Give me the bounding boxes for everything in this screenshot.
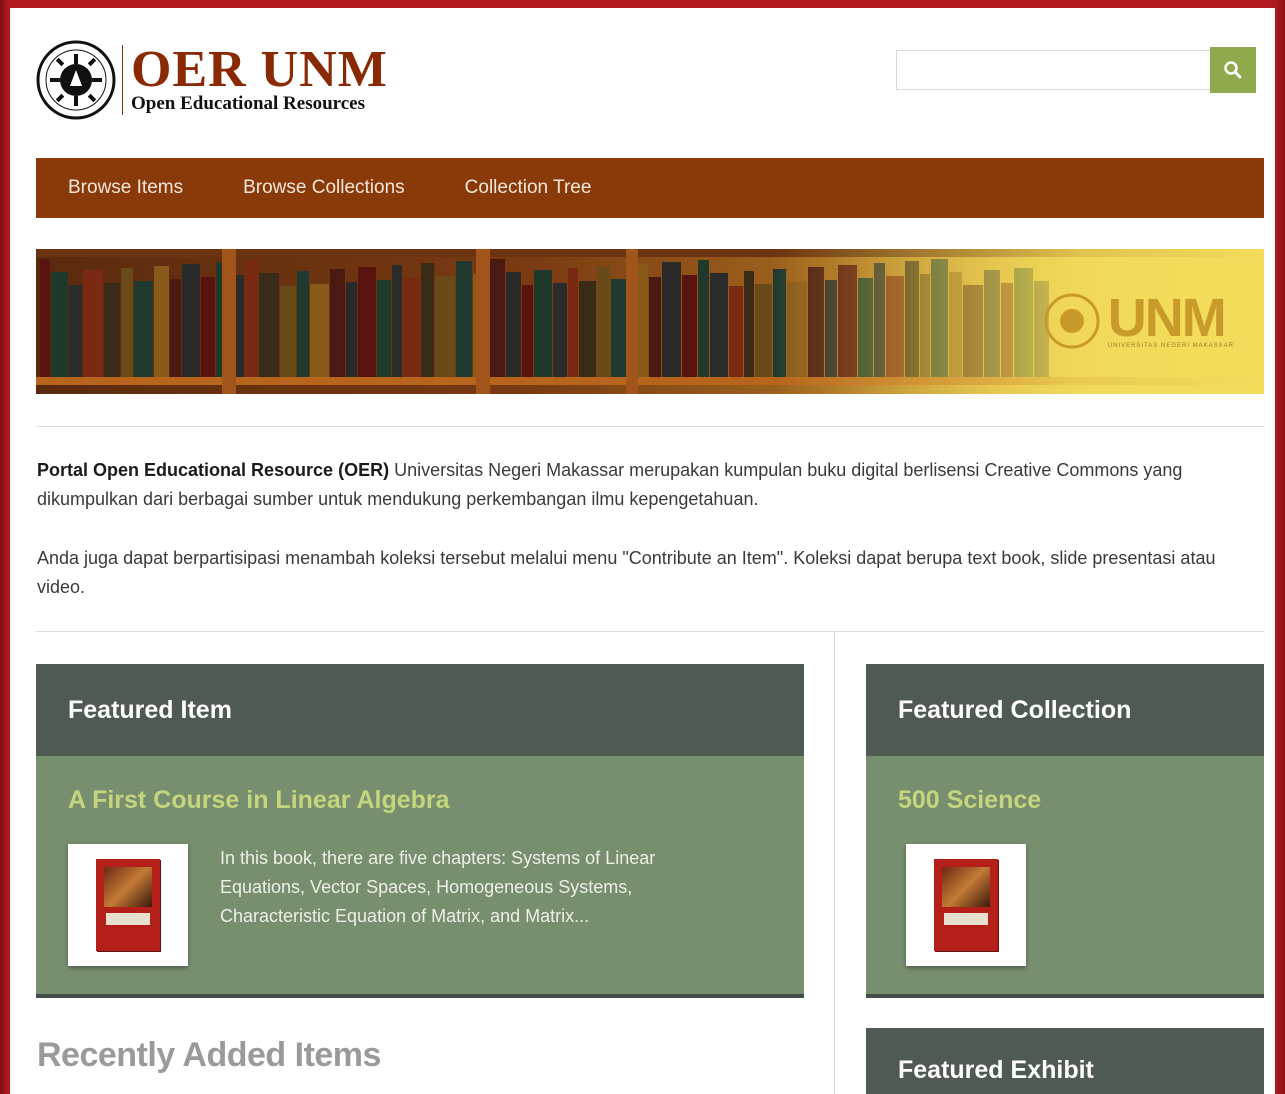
featured-collection-heading: Featured Collection — [866, 664, 1264, 756]
search-button[interactable] — [1210, 47, 1256, 93]
unm-seal-icon — [1044, 293, 1100, 349]
intro-text: Portal Open Educational Resource (OER) U… — [37, 456, 1237, 632]
intro-bold: Portal Open Educational Resource (OER) — [37, 460, 390, 480]
logo-divider — [122, 45, 123, 115]
search-input[interactable] — [896, 50, 1210, 90]
divider — [36, 426, 1264, 427]
recently-added-heading: Recently Added Items — [37, 1036, 381, 1074]
main-nav: Browse Items Browse Collections Collecti… — [36, 158, 1264, 218]
featured-item-heading: Featured Item — [36, 664, 804, 756]
search-bar — [896, 47, 1256, 93]
book-cover-image — [934, 859, 998, 951]
logo-title: OER UNM — [131, 41, 388, 98]
nav-collection-tree[interactable]: Collection Tree — [465, 177, 592, 199]
search-icon — [1224, 61, 1242, 79]
nav-browse-collections[interactable]: Browse Collections — [243, 177, 405, 199]
logo-text: OER UNM Open Educational Resources — [131, 41, 388, 115]
column-divider — [834, 631, 835, 1094]
logo-subtitle: Open Educational Resources — [131, 93, 366, 114]
banner-unm-logo: UNM UNIVERSITAS NEGERI MAKASSAR — [1044, 288, 1234, 349]
nav-browse-items[interactable]: Browse Items — [68, 177, 183, 199]
university-seal-icon — [36, 40, 116, 120]
hero-banner: UNM UNIVERSITAS NEGERI MAKASSAR — [36, 249, 1264, 394]
book-cover-image — [96, 859, 160, 951]
featured-exhibit-heading: Featured Exhibit — [898, 1056, 1094, 1084]
featured-item-panel: Featured Item A First Course in Linear A… — [36, 664, 804, 998]
site-logo[interactable]: OER UNM Open Educational Resources — [36, 40, 388, 120]
frame-edge — [1275, 0, 1285, 1094]
featured-exhibit-panel: Featured Exhibit — [866, 1028, 1264, 1094]
intro-paragraph-1: Portal Open Educational Resource (OER) U… — [37, 456, 1237, 514]
featured-collection-panel: Featured Collection 500 Science — [866, 664, 1264, 998]
banner-brand: UNM — [1107, 288, 1227, 348]
featured-item-description: In this book, there are five chapters: S… — [220, 848, 656, 926]
featured-collection-thumbnail[interactable] — [906, 844, 1026, 966]
banner-subtext: UNIVERSITAS NEGERI MAKASSAR — [1107, 343, 1234, 349]
featured-item-title-link[interactable]: A First Course in Linear Algebra — [68, 786, 804, 815]
page: OER UNM Open Educational Resources Brows… — [10, 8, 1275, 1094]
intro-paragraph-2: Anda juga dapat berpartisipasi menambah … — [37, 548, 1216, 597]
divider — [36, 631, 1264, 632]
featured-collection-title-link[interactable]: 500 Science — [898, 786, 1264, 815]
featured-item-thumbnail[interactable] — [68, 844, 188, 966]
